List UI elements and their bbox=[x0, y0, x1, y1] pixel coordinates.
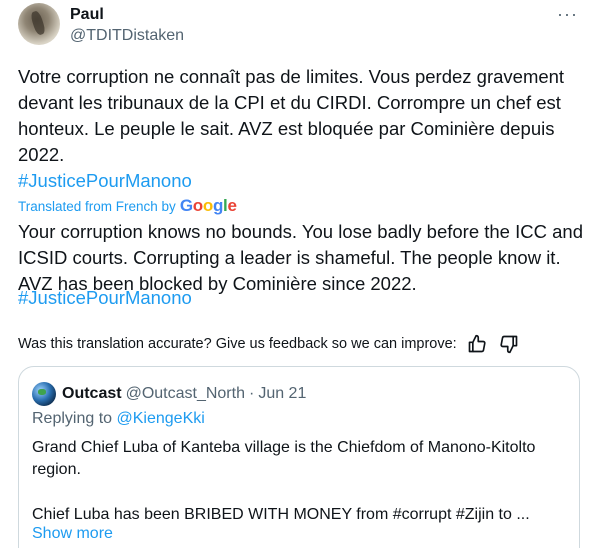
translation-label: Translated from French by bbox=[18, 198, 176, 214]
google-letter: G bbox=[179, 196, 193, 215]
quoted-tweet-header: Outcast @Outcast_North · Jun 21 bbox=[32, 382, 306, 406]
translation-feedback: Was this translation accurate? Give us f… bbox=[18, 334, 521, 354]
quoted-tweet[interactable]: Outcast @Outcast_North · Jun 21 Replying… bbox=[18, 366, 580, 548]
thumbs-up-icon[interactable] bbox=[467, 334, 489, 354]
quoted-separator: · bbox=[248, 385, 255, 402]
replying-label: Replying to bbox=[32, 410, 113, 427]
thumbs-down-icon[interactable] bbox=[499, 334, 521, 354]
google-letter: e bbox=[227, 196, 237, 215]
quoted-text-paragraph-2: Chief Luba has been BRIBED WITH MONEY fr… bbox=[32, 506, 530, 523]
quoted-author-avatar bbox=[32, 382, 56, 406]
replying-to-handle[interactable]: @KiengeKki bbox=[117, 410, 205, 427]
translated-hashtag[interactable]: #JusticePourManono bbox=[18, 285, 192, 311]
google-letter: o bbox=[202, 196, 213, 215]
quoted-replying-to: Replying to @KiengeKki bbox=[32, 410, 205, 428]
google-logo: Google bbox=[180, 196, 237, 216]
more-options-icon[interactable]: ··· bbox=[557, 4, 578, 25]
google-letter: o bbox=[192, 196, 203, 215]
feedback-question: Was this translation accurate? Give us f… bbox=[18, 336, 457, 352]
translation-attribution: Translated from French by Google bbox=[18, 196, 237, 216]
quoted-date: Jun 21 bbox=[258, 385, 307, 402]
author-handle[interactable]: @TDITDistaken bbox=[70, 27, 184, 45]
author-name[interactable]: Paul bbox=[70, 6, 104, 24]
author-avatar[interactable] bbox=[18, 3, 60, 45]
show-more-link[interactable]: Show more bbox=[32, 525, 113, 543]
google-letter: g bbox=[212, 196, 224, 215]
tweet-hashtag[interactable]: #JusticePourManono bbox=[18, 168, 192, 194]
quoted-author-name: Outcast bbox=[62, 385, 122, 402]
quoted-text-paragraph-1: Grand Chief Luba of Kanteba village is t… bbox=[32, 439, 536, 478]
quoted-author-handle: @Outcast_North bbox=[125, 385, 245, 402]
tweet-text: Votre corruption ne connaît pas de limit… bbox=[18, 66, 565, 165]
